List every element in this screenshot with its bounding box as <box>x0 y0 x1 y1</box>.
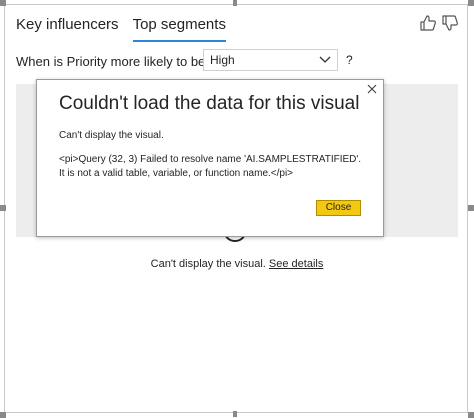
dropdown-selected-value: High <box>210 53 235 67</box>
visual-tabs: Key influencers Top segments <box>16 16 226 42</box>
resize-handle-bottom-right[interactable] <box>468 412 474 418</box>
dialog-error-message: <pi>Query (32, 3) Failed to resolve name… <box>59 154 362 179</box>
chevron-down-icon <box>319 56 331 63</box>
close-icon[interactable] <box>365 82 379 96</box>
resize-handle-bottom[interactable] <box>233 411 237 417</box>
thumbs-down-icon[interactable] <box>441 14 459 32</box>
resize-handle-right[interactable] <box>468 205 474 211</box>
help-icon[interactable]: ? <box>346 53 353 67</box>
question-label: When is Priority more likely to be <box>16 53 206 69</box>
question-row: When is Priority more likely to be <box>16 50 205 72</box>
resize-handle-top[interactable] <box>233 0 237 6</box>
resize-handle-left[interactable] <box>0 205 6 211</box>
error-dialog: Couldn't load the data for this visual C… <box>36 79 384 237</box>
resize-handle-bottom-left[interactable] <box>0 412 6 418</box>
status-line: Can't display the visual. See details <box>0 258 474 270</box>
status-message: Can't display the visual. <box>150 258 266 270</box>
resize-handle-top-right[interactable] <box>468 0 474 6</box>
dialog-subtitle: Can't display the visual. <box>59 130 164 141</box>
tab-top-segments[interactable]: Top segments <box>132 16 226 42</box>
see-details-link[interactable]: See details <box>269 258 323 270</box>
close-button[interactable]: Close <box>316 200 361 216</box>
priority-dropdown[interactable]: High <box>203 49 338 71</box>
resize-handle-top-left[interactable] <box>0 0 6 6</box>
tab-key-influencers[interactable]: Key influencers <box>16 16 119 42</box>
thumbs-up-icon[interactable] <box>419 14 437 32</box>
dialog-title: Couldn't load the data for this visual <box>59 93 360 114</box>
